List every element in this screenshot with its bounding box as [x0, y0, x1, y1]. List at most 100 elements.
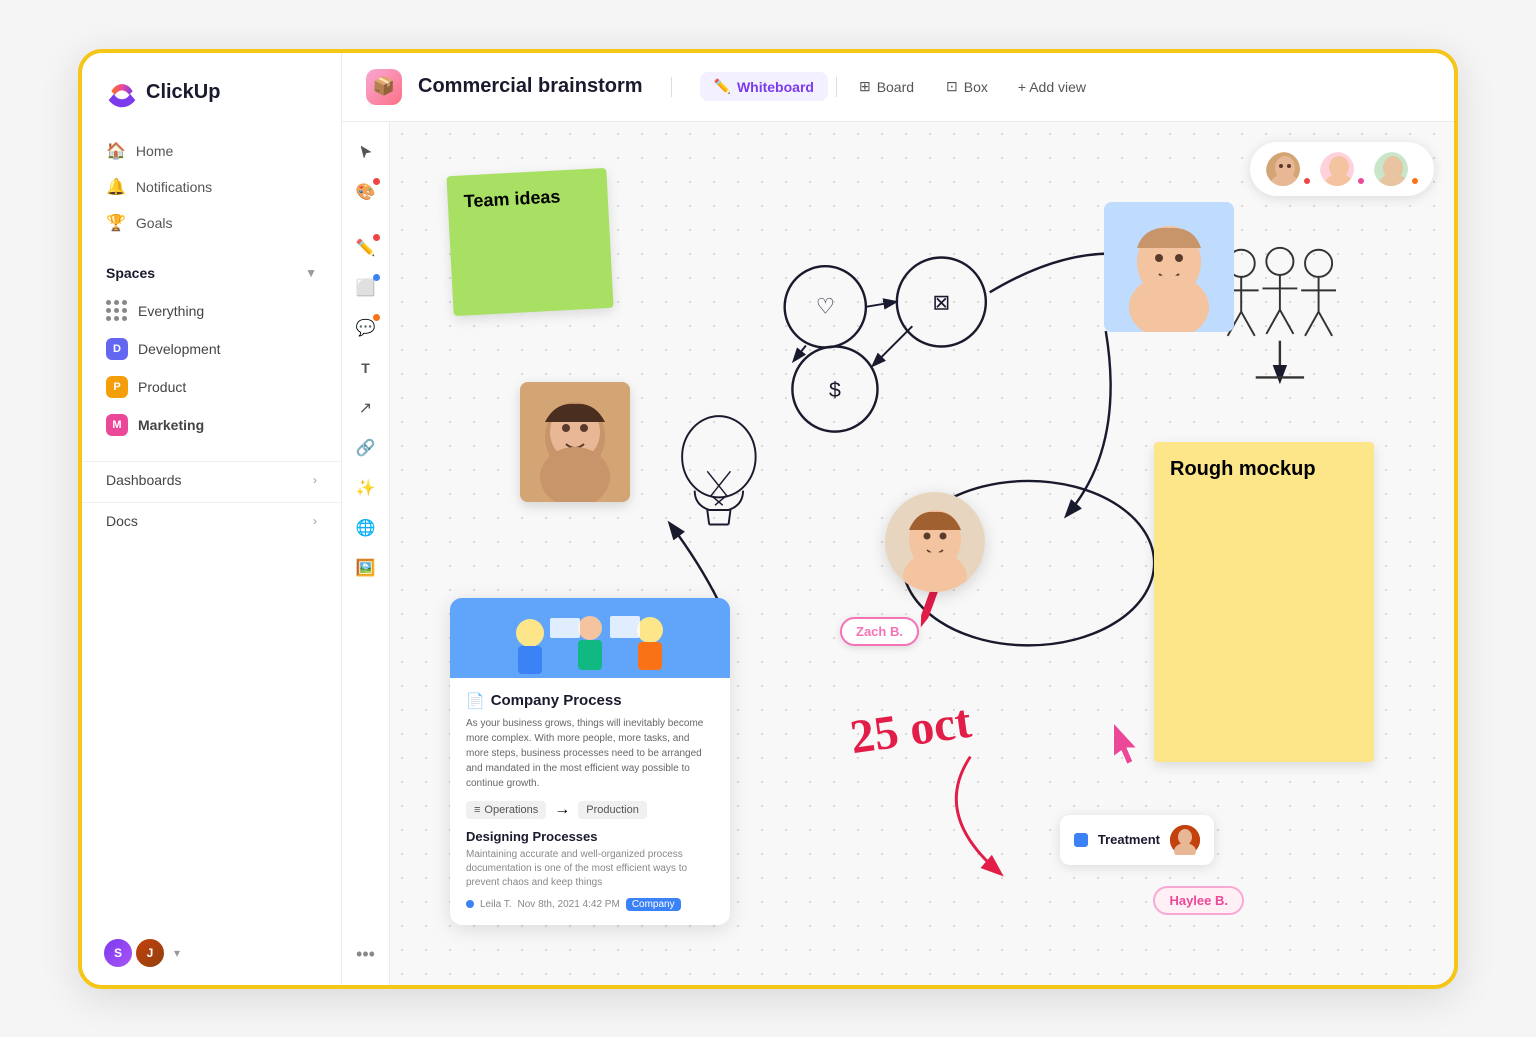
badge-zach[interactable]: Zach B. — [840, 617, 919, 646]
tab-board[interactable]: ⊞ Board — [845, 72, 928, 101]
pencil-icon: ✏️ — [356, 238, 376, 258]
view-tabs: ✏️ Whiteboard ⊞ Board ⊡ Box + Add view — [700, 72, 1099, 101]
treatment-card[interactable]: Treatment — [1060, 815, 1214, 865]
sidebar-everything-label: Everything — [138, 303, 204, 319]
sidebar: ClickUp 🏠 Home 🔔 Notifications 🏆 Goals S… — [82, 53, 342, 985]
tool-globe[interactable]: 🌐 — [348, 510, 384, 546]
list-icon: ≡ — [474, 804, 480, 816]
cursor-icon — [358, 144, 374, 160]
tool-pencil[interactable]: ✏️ — [348, 230, 384, 266]
logo-area: ClickUp — [82, 53, 341, 129]
marketing-dot: M — [106, 414, 128, 436]
board-icon: ⊞ — [859, 78, 871, 95]
tab-board-label: Board — [877, 79, 914, 95]
doc-arrow-row: ≡ Operations → Production — [466, 801, 714, 819]
sidebar-nav: 🏠 Home 🔔 Notifications 🏆 Goals — [82, 129, 341, 245]
tab-box-label: Box — [964, 79, 988, 95]
comment-dot-orange — [373, 314, 380, 321]
person-photo-male — [520, 382, 630, 502]
clickup-logo-icon — [106, 77, 138, 109]
doc-card-header — [450, 598, 730, 678]
tool-cursor[interactable] — [348, 134, 384, 170]
sidebar-docs[interactable]: Docs › — [82, 502, 341, 539]
canvas-toolbar: 🎨 ✏️ ⬜ 💬 T — [342, 122, 390, 985]
user-menu-caret[interactable]: ▾ — [174, 946, 180, 960]
person-photo-female-1 — [1104, 202, 1234, 332]
badge-haylee[interactable]: Haylee B. — [1153, 886, 1244, 915]
avatar-user1[interactable]: S — [102, 937, 134, 969]
sidebar-item-marketing[interactable]: M Marketing — [94, 407, 329, 443]
canvas-avatar-3 — [1372, 150, 1410, 188]
canvas-wrapper: 🎨 ✏️ ⬜ 💬 T — [342, 122, 1454, 985]
badge-zach-label: Zach B. — [856, 624, 903, 639]
doc-date: Nov 8th, 2021 4:42 PM — [518, 899, 620, 910]
sticky-note-yellow[interactable]: Rough mockup — [1154, 442, 1374, 762]
tool-comment[interactable]: 💬 — [348, 310, 384, 346]
comment-icon: 💬 — [356, 318, 376, 338]
spaces-header[interactable]: Spaces ▼ — [106, 261, 317, 285]
sticky-note-green[interactable]: Team ideas — [446, 167, 613, 315]
doc-card[interactable]: 📄 Company Process As your business grows… — [450, 598, 730, 925]
female-face-2-svg — [885, 492, 985, 592]
doc-section-text: Maintaining accurate and well-organized … — [466, 848, 714, 890]
avatar-status-orange — [1410, 176, 1420, 186]
tab-box[interactable]: ⊡ Box — [932, 72, 1002, 101]
sidebar-item-home[interactable]: 🏠 Home — [94, 133, 329, 169]
treatment-avatar — [1170, 825, 1200, 855]
doc-tag-production: Production — [578, 801, 647, 819]
svg-text:⊠: ⊠ — [932, 290, 950, 314]
tool-palette[interactable]: 🎨 — [348, 174, 384, 210]
rect-dot-blue — [373, 274, 380, 281]
ai-icon: ✨ — [356, 478, 376, 498]
tool-ai[interactable]: ✨ — [348, 470, 384, 506]
doc-card-body: 📄 Company Process As your business grows… — [450, 678, 730, 925]
add-view-label: + Add view — [1018, 79, 1086, 95]
avatar-user2[interactable]: J — [134, 937, 166, 969]
tool-arrow[interactable]: ↗ — [348, 390, 384, 426]
add-view-button[interactable]: + Add view — [1006, 73, 1098, 101]
badge-haylee-label: Haylee B. — [1169, 893, 1228, 908]
chevron-down-icon: ▼ — [305, 266, 317, 280]
tool-connect[interactable]: 🔗 — [348, 430, 384, 466]
sidebar-notifications-label: Notifications — [136, 179, 212, 195]
tab-whiteboard[interactable]: ✏️ Whiteboard — [700, 72, 828, 101]
doc-card-title: 📄 Company Process — [466, 692, 714, 710]
home-icon: 🏠 — [106, 141, 126, 161]
sidebar-item-notifications[interactable]: 🔔 Notifications — [94, 169, 329, 205]
sidebar-dashboards[interactable]: Dashboards › — [82, 461, 341, 498]
workspace-icon: 📦 — [366, 69, 402, 105]
doc-footer: Leila T. Nov 8th, 2021 4:42 PM Company — [466, 898, 714, 911]
tool-text[interactable]: T — [348, 350, 384, 386]
canvas-avatar-1 — [1264, 150, 1302, 188]
docs-label: Docs — [106, 513, 138, 529]
doc-card-description: As your business grows, things will inev… — [466, 716, 714, 791]
sidebar-item-goals[interactable]: 🏆 Goals — [94, 205, 329, 241]
spaces-section: Spaces ▼ — [82, 245, 341, 293]
rectangle-icon: ⬜ — [356, 278, 376, 298]
spaces-list: Everything D Development P Product M Mar… — [82, 293, 341, 445]
more-icon: ••• — [356, 944, 375, 965]
tool-image[interactable]: 🖼️ — [348, 550, 384, 586]
sidebar-item-product[interactable]: P Product — [94, 369, 329, 405]
app-container: ClickUp 🏠 Home 🔔 Notifications 🏆 Goals S… — [78, 49, 1458, 989]
avatar-status-pink — [1356, 176, 1366, 186]
svg-text:$: $ — [829, 377, 841, 401]
date-text: 25 oct — [847, 693, 975, 764]
tool-rectangle[interactable]: ⬜ — [348, 270, 384, 306]
canvas[interactable]: ♡ ⊠ $ — [390, 122, 1454, 985]
sidebar-item-everything[interactable]: Everything — [94, 293, 329, 329]
author-dot — [466, 900, 474, 908]
bell-icon: 🔔 — [106, 177, 126, 197]
topbar-divider — [671, 77, 672, 97]
sidebar-development-label: Development — [138, 341, 221, 357]
male-face-svg — [520, 382, 630, 502]
tool-more[interactable]: ••• — [348, 937, 384, 973]
palette-dot-red — [373, 178, 380, 185]
image-icon: 🖼️ — [356, 558, 376, 578]
doc-section-title: Designing Processes — [466, 829, 714, 844]
connect-icon: 🔗 — [356, 438, 376, 458]
sidebar-item-development[interactable]: D Development — [94, 331, 329, 367]
tab-divider1 — [836, 77, 837, 97]
doc-author: Leila T. — [480, 899, 512, 910]
globe-icon: 🌐 — [356, 518, 376, 538]
